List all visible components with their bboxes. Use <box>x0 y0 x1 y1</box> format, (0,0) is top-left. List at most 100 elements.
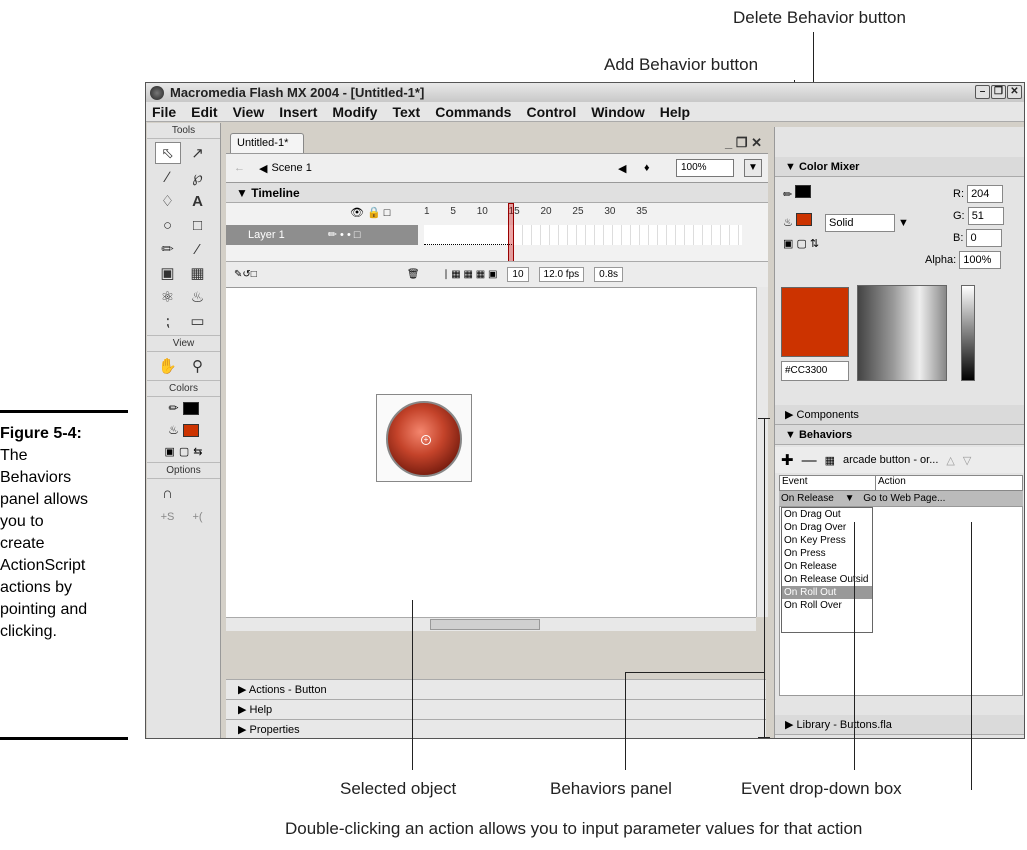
menu-window[interactable]: Window <box>591 104 645 120</box>
scroll-thumb[interactable] <box>430 619 540 630</box>
menu-insert[interactable]: Insert <box>279 104 317 120</box>
menu-edit[interactable]: Edit <box>191 104 217 120</box>
mixer-stroke-swatch[interactable] <box>795 185 812 198</box>
actions-panel-collapsed[interactable]: ▶ Actions - Button <box>226 679 766 699</box>
event-option-highlighted[interactable]: On Roll Out <box>782 586 872 599</box>
add-layer-icon[interactable]: ✎↺□ <box>234 269 257 280</box>
event-option[interactable]: On Release <box>782 560 872 573</box>
pencil-tool-icon[interactable]: ✏ <box>155 238 181 260</box>
mixer-swap-icons[interactable]: ▣ ▢ ⇅ <box>783 237 819 250</box>
hex-input[interactable]: #CC3300 <box>781 361 849 381</box>
eyedropper-tool-icon[interactable]: ⁏ <box>155 310 181 332</box>
zoom-field[interactable]: 100% <box>676 159 734 177</box>
vertical-scrollbar[interactable] <box>756 287 768 617</box>
layer-frames[interactable] <box>424 225 742 245</box>
paint-bucket-tool-icon[interactable]: ♨ <box>185 286 211 308</box>
menu-control[interactable]: Control <box>526 104 576 120</box>
snap-magnet-icon[interactable]: ∩ <box>155 482 181 504</box>
window-controls: – ❐ ✕ <box>975 85 1022 99</box>
minimize-icon[interactable]: – <box>975 85 990 99</box>
onion-skin-icons[interactable]: ∣ ▦ ▦ ▦ ▣ <box>444 269 498 280</box>
arcade-button[interactable]: + <box>386 401 462 477</box>
event-dropdown[interactable]: On Drag Out On Drag Over On Key Press On… <box>781 507 873 633</box>
eraser-tool-icon[interactable]: ▭ <box>185 310 211 332</box>
rectangle-tool-icon[interactable]: □ <box>185 214 211 236</box>
chevron-down-icon[interactable]: ▼ <box>898 217 909 229</box>
trash-icon[interactable]: 🗑 <box>407 269 420 280</box>
pen-tool-icon[interactable]: ♢ <box>155 190 181 212</box>
menu-file[interactable]: File <box>152 104 176 120</box>
properties-panel-collapsed[interactable]: ▶ Properties <box>226 719 766 738</box>
color-spectrum[interactable] <box>857 285 947 381</box>
subselect-tool-icon[interactable]: ↗ <box>185 142 211 164</box>
library-header[interactable]: ▶ Library - Buttons.fla <box>775 715 1024 735</box>
swap-colors-icon[interactable]: ⇆ <box>193 445 202 458</box>
menu-view[interactable]: View <box>233 104 265 120</box>
playhead[interactable] <box>508 203 514 267</box>
event-option[interactable]: On Drag Out <box>782 508 872 521</box>
ink-bottle-tool-icon[interactable]: ⚛ <box>155 286 181 308</box>
menu-text[interactable]: Text <box>392 104 420 120</box>
restore-icon[interactable]: ❐ <box>991 85 1006 99</box>
edit-scene-icon[interactable]: ◀ <box>618 162 626 175</box>
back-arrow-icon[interactable]: ← <box>234 162 245 174</box>
arrow-tool-icon[interactable]: ⬁ <box>154 142 181 164</box>
text-tool-icon[interactable]: A <box>185 190 211 212</box>
event-option[interactable]: On Roll Over <box>782 599 872 612</box>
event-option[interactable]: On Drag Over <box>782 521 872 534</box>
brightness-slider[interactable] <box>961 285 975 381</box>
event-option[interactable]: On Press <box>782 547 872 560</box>
event-option[interactable]: On Key Press <box>782 534 872 547</box>
menu-modify[interactable]: Modify <box>332 104 377 120</box>
g-input[interactable]: 51 <box>967 207 1004 225</box>
zoom-tool-icon[interactable]: ⚲ <box>185 355 211 377</box>
alpha-input[interactable]: 100% <box>959 251 1002 269</box>
free-transform-tool-icon[interactable]: ▣ <box>155 262 181 284</box>
chevron-down-icon[interactable]: ▼ <box>845 493 855 504</box>
color-mixer-header[interactable]: ▼ Color Mixer <box>775 157 1024 177</box>
behaviors-toolbar: ✚ — ▦ arcade button - or... △ ▽ <box>775 447 1024 473</box>
brush-tool-icon[interactable]: ⁄ <box>185 238 211 260</box>
default-colors-icon[interactable]: ▣ <box>164 445 174 458</box>
action-cell[interactable]: Go to Web Page... <box>863 493 945 504</box>
smooth-icon[interactable]: +S <box>155 506 181 528</box>
stage[interactable]: + <box>226 287 756 617</box>
lasso-tool-icon[interactable]: ℘ <box>185 166 211 188</box>
move-up-icon[interactable]: △ <box>946 454 954 467</box>
line-tool-icon[interactable]: ∕ <box>155 166 181 188</box>
fill-type-select[interactable]: Solid <box>824 214 895 232</box>
behaviors-header[interactable]: ▼ Behaviors <box>775 425 1024 445</box>
components-header[interactable]: ▶ Components <box>775 405 1024 425</box>
horizontal-scrollbar[interactable] <box>226 617 756 631</box>
scene-label: Scene 1 <box>271 162 312 174</box>
menu-commands[interactable]: Commands <box>435 104 511 120</box>
hand-tool-icon[interactable]: ✋ <box>155 355 181 377</box>
frame-numbers: 1 5 10 15 20 25 30 35 <box>424 206 647 217</box>
delete-behavior-icon[interactable]: — <box>802 452 817 469</box>
fill-color-swatch[interactable] <box>182 423 199 437</box>
r-input[interactable]: 204 <box>967 185 1004 203</box>
menu-help[interactable]: Help <box>660 104 690 120</box>
oval-tool-icon[interactable]: ○ <box>155 214 181 236</box>
document-window-controls[interactable]: _ ❐ ✕ <box>725 135 762 151</box>
move-down-icon[interactable]: ▽ <box>963 454 971 467</box>
color-mixer-title: Color Mixer <box>798 161 860 173</box>
timeline-header[interactable]: ▼ Timeline <box>226 183 768 203</box>
stroke-color-swatch[interactable] <box>182 401 199 415</box>
add-behavior-icon[interactable]: ✚ <box>781 451 794 469</box>
document-tab[interactable]: Untitled-1* <box>230 133 304 153</box>
edit-symbol-icon[interactable]: ♦ <box>644 162 650 174</box>
straighten-icon[interactable]: +( <box>185 506 211 528</box>
b-input[interactable]: 0 <box>966 229 1003 247</box>
layer-row[interactable]: Layer 1 ✏ • • □ <box>226 225 418 245</box>
fill-transform-tool-icon[interactable]: ▦ <box>185 262 211 284</box>
behavior-row[interactable]: On Release ▼ Go to Web Page... <box>779 491 1023 506</box>
help-panel-collapsed[interactable]: ▶ Help <box>226 699 766 719</box>
no-color-icon[interactable]: ▢ <box>179 445 189 458</box>
close-icon[interactable]: ✕ <box>1007 85 1022 99</box>
event-select[interactable]: On Release <box>781 493 834 504</box>
event-option[interactable]: On Release Outsid <box>782 573 872 586</box>
mixer-fill-swatch[interactable] <box>795 213 812 226</box>
selected-object[interactable]: + <box>376 394 472 482</box>
zoom-dropdown-icon[interactable]: ▼ <box>744 159 762 177</box>
